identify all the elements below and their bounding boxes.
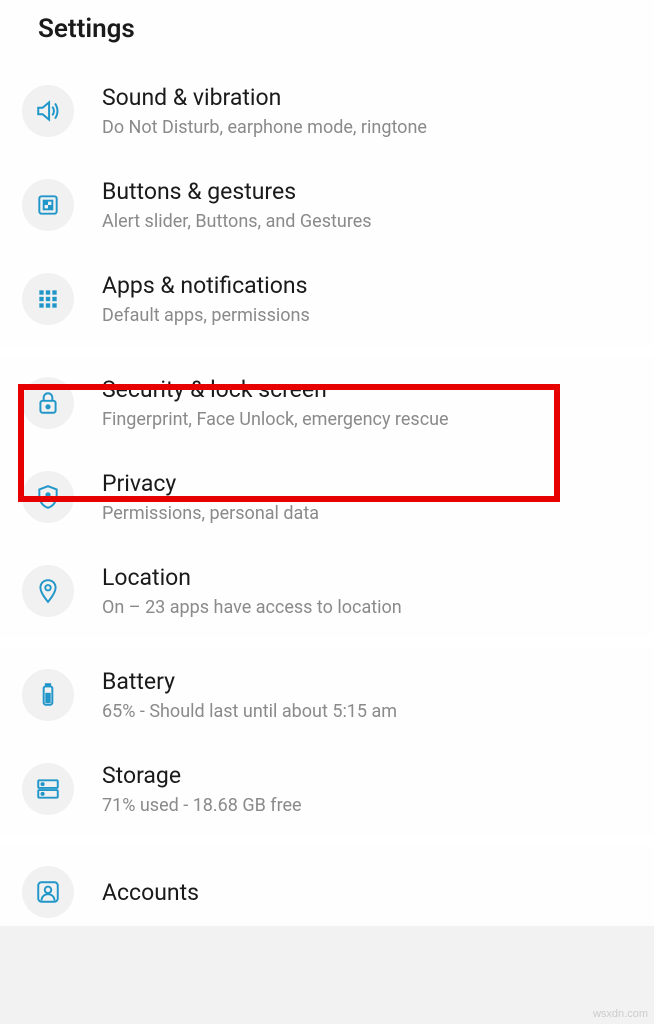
- lock-icon: [22, 377, 74, 429]
- watermark: wsxdn.com: [593, 1008, 648, 1020]
- security-title: Security & lock screen: [102, 376, 449, 403]
- storage-title: Storage: [102, 762, 302, 789]
- accounts-row[interactable]: Accounts: [0, 846, 654, 926]
- battery-icon: [22, 669, 74, 721]
- sound-row[interactable]: Sound & vibration Do Not Disturb, earpho…: [0, 64, 654, 158]
- location-row[interactable]: Location On – 23 apps have access to loc…: [0, 544, 654, 638]
- buttons-icon: [22, 179, 74, 231]
- page-title: Settings: [0, 0, 654, 64]
- security-row[interactable]: Security & lock screen Fingerprint, Face…: [0, 356, 654, 450]
- storage-row[interactable]: Storage 71% used - 18.68 GB free: [0, 742, 654, 836]
- buttons-title: Buttons & gestures: [102, 178, 372, 205]
- privacy-row[interactable]: Privacy Permissions, personal data: [0, 450, 654, 544]
- sound-icon: [22, 85, 74, 137]
- location-title: Location: [102, 564, 402, 591]
- apps-title: Apps & notifications: [102, 272, 310, 299]
- buttons-sub: Alert slider, Buttons, and Gestures: [102, 211, 372, 232]
- privacy-sub: Permissions, personal data: [102, 503, 319, 524]
- shield-icon: [22, 471, 74, 523]
- sound-title: Sound & vibration: [102, 84, 427, 111]
- storage-sub: 71% used - 18.68 GB free: [102, 795, 302, 816]
- settings-section: Accounts: [0, 846, 654, 926]
- location-icon: [22, 565, 74, 617]
- apps-sub: Default apps, permissions: [102, 305, 310, 326]
- settings-section: Security & lock screen Fingerprint, Face…: [0, 356, 654, 638]
- buttons-row[interactable]: Buttons & gestures Alert slider, Buttons…: [0, 158, 654, 252]
- apps-icon: [22, 273, 74, 325]
- privacy-title: Privacy: [102, 470, 319, 497]
- location-sub: On – 23 apps have access to location: [102, 597, 402, 618]
- apps-row[interactable]: Apps & notifications Default apps, permi…: [0, 252, 654, 346]
- battery-sub: 65% - Should last until about 5:15 am: [102, 701, 397, 722]
- security-sub: Fingerprint, Face Unlock, emergency resc…: [102, 409, 449, 430]
- settings-section: Sound & vibration Do Not Disturb, earpho…: [0, 64, 654, 346]
- accounts-title: Accounts: [102, 879, 199, 906]
- battery-row[interactable]: Battery 65% - Should last until about 5:…: [0, 648, 654, 742]
- settings-section: Battery 65% - Should last until about 5:…: [0, 648, 654, 836]
- storage-icon: [22, 763, 74, 815]
- accounts-icon: [22, 866, 74, 918]
- battery-title: Battery: [102, 668, 397, 695]
- sound-sub: Do Not Disturb, earphone mode, ringtone: [102, 117, 427, 138]
